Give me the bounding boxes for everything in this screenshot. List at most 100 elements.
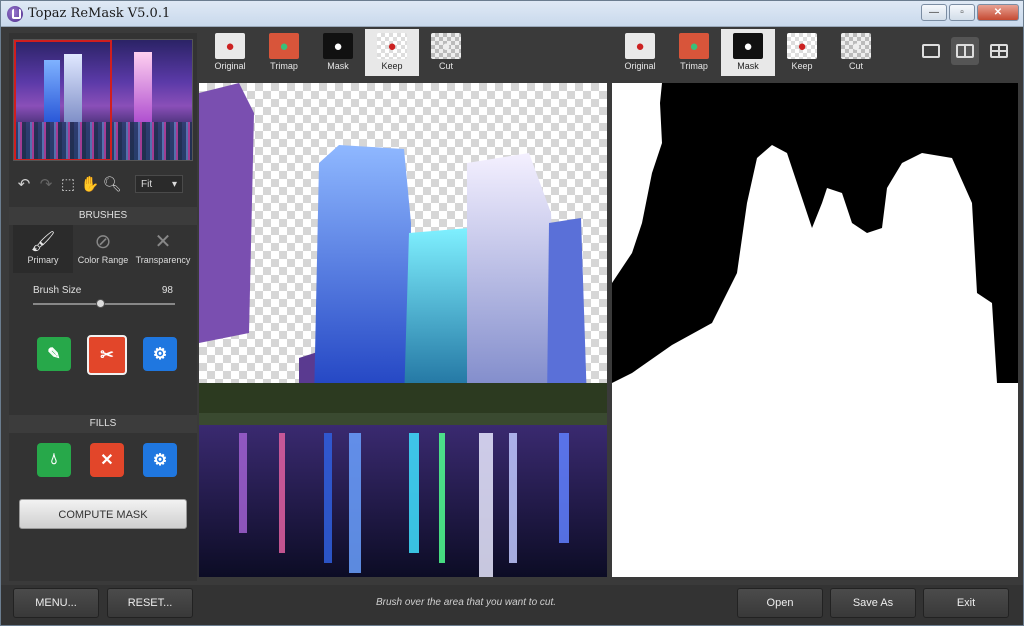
tab-mask-left[interactable]: ● Mask [311,29,365,76]
slider-handle[interactable] [95,299,105,308]
app-window: Topaz ReMask V5.0.1 — ▫ ✕ ↶ ↷ ⬚ ✋ 🔍︎ Fit… [0,0,1024,626]
brush-icon: 🖌︎ [30,231,56,253]
tab-cut-right[interactable]: ● Cut [829,29,883,76]
exit-button[interactable]: Exit [923,588,1009,618]
view-layout-buttons [917,37,1013,65]
tab-label: Transparency [135,255,191,265]
cut-fill-button[interactable]: ✕ [90,443,124,477]
keep-brush-button[interactable]: ✎ [37,337,71,371]
keep-brush-icon: ✎ [47,346,61,363]
trimap-icon: ● [269,33,299,59]
quad-view-button[interactable] [985,37,1013,65]
reset-button[interactable]: RESET... [107,588,193,618]
trimap-icon: ● [679,33,709,59]
marquee-select-icon[interactable]: ⬚ [57,173,79,195]
minimize-button[interactable]: — [921,4,947,21]
tab-label: Mask [327,61,349,71]
hand-pan-icon[interactable]: ✋ [79,173,101,195]
cut-brush-button[interactable]: ✂ [87,335,127,375]
tab-label: Keep [381,61,403,71]
keep-preview-canvas[interactable] [199,83,607,577]
tab-trimap-left[interactable]: ● Trimap [257,29,311,76]
fill-buttons: 💧︎ ✕ ⚙ [37,441,177,481]
brushes-section-title: BRUSHES [9,207,197,225]
tab-cut-left[interactable]: ● Cut [419,29,473,76]
menu-button[interactable]: MENU... [13,588,99,618]
navigator-viewport-frame[interactable] [14,40,112,160]
bottom-bar: MENU... RESET... Brush over the area tha… [1,585,1023,625]
window-controls: — ▫ ✕ [921,4,1019,21]
tab-keep-right[interactable]: ● Keep [775,29,829,76]
brush-size-row: Brush Size 98 [33,285,173,296]
mask-preview-canvas[interactable] [612,83,1018,577]
compute-brush-button[interactable]: ⚙ [143,337,177,371]
tab-trimap-right[interactable]: ● Trimap [667,29,721,76]
quad-view-icon [990,44,1008,58]
tab-label: Cut [438,61,453,71]
topaz-logo-icon [7,6,23,22]
zoom-select[interactable]: Fit ▾ [135,175,183,193]
mask-icon: ● [733,33,763,59]
tab-label: Cut [848,61,863,71]
tab-label: Color Range [77,255,129,265]
redo-icon[interactable]: ↷ [35,173,57,195]
brush-size-slider[interactable] [33,299,175,308]
keep-preview-image [199,83,607,577]
split-view-icon [956,44,974,58]
open-button[interactable]: Open [737,588,823,618]
right-view-tabs: ● Original ● Trimap ● Mask ● Keep ● Cut [613,29,883,76]
cut-fill-icon: ✕ [100,452,114,469]
cut-brush-icon: ✂ [100,347,114,364]
window-title: Topaz ReMask V5.0.1 [28,6,171,21]
color-range-brush-icon: ⊘ [94,231,112,253]
cut-icon: ● [841,33,871,59]
chevron-down-icon: ▾ [171,178,177,190]
single-view-button[interactable] [917,37,945,65]
view-toolbar: ↶ ↷ ⬚ ✋ 🔍︎ Fit ▾ [13,173,193,195]
split-view-button[interactable] [951,37,979,65]
tab-label: Trimap [270,61,298,71]
tab-label: Trimap [680,61,708,71]
undo-icon[interactable]: ↶ [13,173,35,195]
brush-mode-buttons: ✎ ✂ ⚙ [37,335,177,375]
tab-label: Primary [27,255,59,265]
tab-label: Keep [791,61,813,71]
tab-color-range-brush[interactable]: ⊘ Color Range [73,225,133,273]
navigator-thumbnail[interactable] [13,39,193,161]
tab-keep-left[interactable]: ● Keep [365,29,419,76]
thumbnail-building [134,52,152,122]
mask-icon: ● [323,33,353,59]
tab-original-right[interactable]: ● Original [613,29,667,76]
single-view-icon [922,44,940,58]
mask-preview-image [612,83,1018,383]
tab-original-left[interactable]: ● Original [203,29,257,76]
compute-mask-button[interactable]: COMPUTE MASK [19,499,187,529]
apple-icon: ● [215,33,245,59]
keep-icon: ● [377,33,407,59]
keep-fill-icon: 💧︎ [50,451,58,468]
tab-label: Original [214,61,246,71]
tab-transparency-brush[interactable]: ✕ Transparency [133,225,193,273]
left-view-tabs: ● Original ● Trimap ● Mask ● Keep ● Cut [203,29,473,76]
brush-tabs: 🖌︎ Primary ⊘ Color Range ✕ Transparency [13,225,193,273]
status-hint: Brush over the area that you want to cut… [375,597,557,608]
left-panel: ↶ ↷ ⬚ ✋ 🔍︎ Fit ▾ BRUSHES 🖌︎ Primary ⊘ Co… [9,33,197,581]
close-button[interactable]: ✕ [977,4,1019,21]
tab-label: Original [624,61,656,71]
maximize-button[interactable]: ▫ [949,4,975,21]
zoom-select-value: Fit [141,178,153,190]
fills-section-title: FILLS [9,415,197,433]
zoom-icon[interactable]: 🔍︎ [101,173,123,195]
tab-label: Mask [737,61,759,71]
compute-fill-button[interactable]: ⚙ [143,443,177,477]
tab-mask-right[interactable]: ● Mask [721,29,775,76]
brush-size-value: 98 [161,285,173,296]
tab-primary-brush[interactable]: 🖌︎ Primary [13,225,73,273]
brush-size-label: Brush Size [33,285,82,296]
cut-icon: ● [431,33,461,59]
compute-fill-icon: ⚙ [152,452,168,469]
save-as-button[interactable]: Save As [830,588,916,618]
keep-fill-button[interactable]: 💧︎ [37,443,71,477]
title-bar: Topaz ReMask V5.0.1 — ▫ ✕ [1,1,1023,27]
compute-brush-icon: ⚙ [152,346,168,363]
